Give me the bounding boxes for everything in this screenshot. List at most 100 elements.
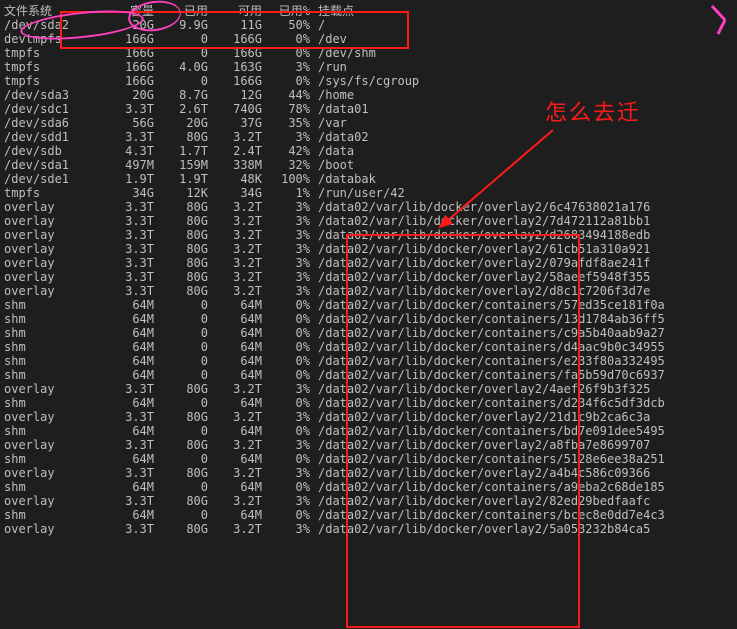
table-row: shm64M064M0%/data02/var/lib/docker/conta… (4, 368, 665, 382)
col-size: 3.3T (94, 438, 154, 452)
col-used: 0 (154, 368, 208, 382)
col-filesystem: overlay (4, 200, 94, 214)
col-filesystem: overlay (4, 214, 94, 228)
table-row: shm64M064M0%/data02/var/lib/docker/conta… (4, 480, 665, 494)
col-size: 3.3T (94, 242, 154, 256)
col-mountpoint: /data02/var/lib/docker/containers/bcec8e… (310, 508, 665, 522)
col-filesystem: overlay (4, 256, 94, 270)
col-use-percent: 3% (262, 494, 310, 508)
col-avail: 34G (208, 186, 262, 200)
col-avail: 3.2T (208, 382, 262, 396)
col-avail: 64M (208, 424, 262, 438)
col-avail: 3.2T (208, 242, 262, 256)
col-mountpoint: /run/user/42 (310, 186, 665, 200)
col-use-percent: 3% (262, 284, 310, 298)
table-row: overlay3.3T80G3.2T3%/data02/var/lib/dock… (4, 438, 665, 452)
col-use-percent: 3% (262, 242, 310, 256)
col-size: 3.3T (94, 102, 154, 116)
table-row: tmpfs34G12K34G1%/run/user/42 (4, 186, 665, 200)
col-use-percent: 0% (262, 340, 310, 354)
col-filesystem: shm (4, 396, 94, 410)
col-avail: 3.2T (208, 494, 262, 508)
col-filesystem: overlay (4, 438, 94, 452)
col-use-percent: 100% (262, 172, 310, 186)
table-row: overlay3.3T80G3.2T3%/data02/var/lib/dock… (4, 466, 665, 480)
col-size: 64M (94, 396, 154, 410)
col-size: 20G (94, 18, 154, 32)
col-filesystem: /dev/sda3 (4, 88, 94, 102)
col-filesystem: shm (4, 452, 94, 466)
col-use-percent: 0% (262, 312, 310, 326)
col-filesystem: 文件系统 (4, 4, 94, 18)
col-avail: 64M (208, 312, 262, 326)
terminal-window[interactable]: 文件系统容量已用可用已用%挂载点/dev/sda220G9.9G11G50%/d… (0, 0, 737, 629)
col-avail: 48K (208, 172, 262, 186)
col-used: 0 (154, 326, 208, 340)
col-avail: 64M (208, 452, 262, 466)
col-use-percent: 3% (262, 410, 310, 424)
col-mountpoint: /data02/var/lib/docker/overlay2/6c476380… (310, 200, 665, 214)
col-avail: 64M (208, 480, 262, 494)
col-mountpoint: /data02/var/lib/docker/overlay2/4aef26f9… (310, 382, 665, 396)
col-size: 1.9T (94, 172, 154, 186)
col-use-percent: 32% (262, 158, 310, 172)
col-avail: 740G (208, 102, 262, 116)
col-used: 20G (154, 116, 208, 130)
col-mountpoint: /data02/var/lib/docker/overlay2/079afdf8… (310, 256, 665, 270)
col-size: 64M (94, 508, 154, 522)
col-size: 64M (94, 452, 154, 466)
table-row: /dev/sda320G8.7G12G44%/home (4, 88, 665, 102)
col-mountpoint: /sys/fs/cgroup (310, 74, 665, 88)
col-mountpoint: /data02/var/lib/docker/overlay2/82ed29be… (310, 494, 665, 508)
table-row: /dev/sda656G20G37G35%/var (4, 116, 665, 130)
col-use-percent: 0% (262, 354, 310, 368)
col-mountpoint: /data02/var/lib/docker/containers/a9eba2… (310, 480, 665, 494)
table-row: overlay3.3T80G3.2T3%/data02/var/lib/dock… (4, 494, 665, 508)
col-size: 64M (94, 480, 154, 494)
table-row: shm64M064M0%/data02/var/lib/docker/conta… (4, 396, 665, 410)
col-mountpoint: /data02/var/lib/docker/overlay2/a4b4c586… (310, 466, 665, 480)
col-mountpoint: /databak (310, 172, 665, 186)
col-use-percent: 0% (262, 508, 310, 522)
table-row: shm64M064M0%/data02/var/lib/docker/conta… (4, 298, 665, 312)
col-used: 9.9G (154, 18, 208, 32)
col-use-percent: 0% (262, 396, 310, 410)
col-used: 80G (154, 256, 208, 270)
col-use-percent: 3% (262, 214, 310, 228)
col-use-percent: 3% (262, 382, 310, 396)
col-mountpoint: /data01 (310, 102, 665, 116)
col-avail: 166G (208, 32, 262, 46)
col-avail: 338M (208, 158, 262, 172)
col-used: 1.9T (154, 172, 208, 186)
col-use-percent: 3% (262, 228, 310, 242)
col-filesystem: shm (4, 480, 94, 494)
col-used: 80G (154, 382, 208, 396)
col-size: 3.3T (94, 270, 154, 284)
col-filesystem: overlay (4, 228, 94, 242)
col-filesystem: tmpfs (4, 60, 94, 74)
col-used: 0 (154, 32, 208, 46)
table-row: /dev/sdd13.3T80G3.2T3%/data02 (4, 130, 665, 144)
col-avail: 166G (208, 46, 262, 60)
col-use-percent: 3% (262, 270, 310, 284)
col-filesystem: shm (4, 354, 94, 368)
table-row: /dev/sda1497M159M338M32%/boot (4, 158, 665, 172)
table-row: overlay3.3T80G3.2T3%/data02/var/lib/dock… (4, 284, 665, 298)
col-use-percent: 0% (262, 452, 310, 466)
col-used: 0 (154, 480, 208, 494)
col-size: 3.3T (94, 522, 154, 536)
col-avail: 3.2T (208, 284, 262, 298)
table-row: overlay3.3T80G3.2T3%/data02/var/lib/dock… (4, 270, 665, 284)
table-row: /dev/sdc13.3T2.6T740G78%/data01 (4, 102, 665, 116)
col-avail: 3.2T (208, 200, 262, 214)
col-filesystem: shm (4, 368, 94, 382)
col-used: 2.6T (154, 102, 208, 116)
col-filesystem: overlay (4, 466, 94, 480)
col-filesystem: tmpfs (4, 46, 94, 60)
col-used: 80G (154, 130, 208, 144)
col-filesystem: overlay (4, 494, 94, 508)
col-avail: 64M (208, 508, 262, 522)
col-filesystem: shm (4, 340, 94, 354)
col-avail: 3.2T (208, 214, 262, 228)
table-row: /dev/sda220G9.9G11G50%/ (4, 18, 665, 32)
